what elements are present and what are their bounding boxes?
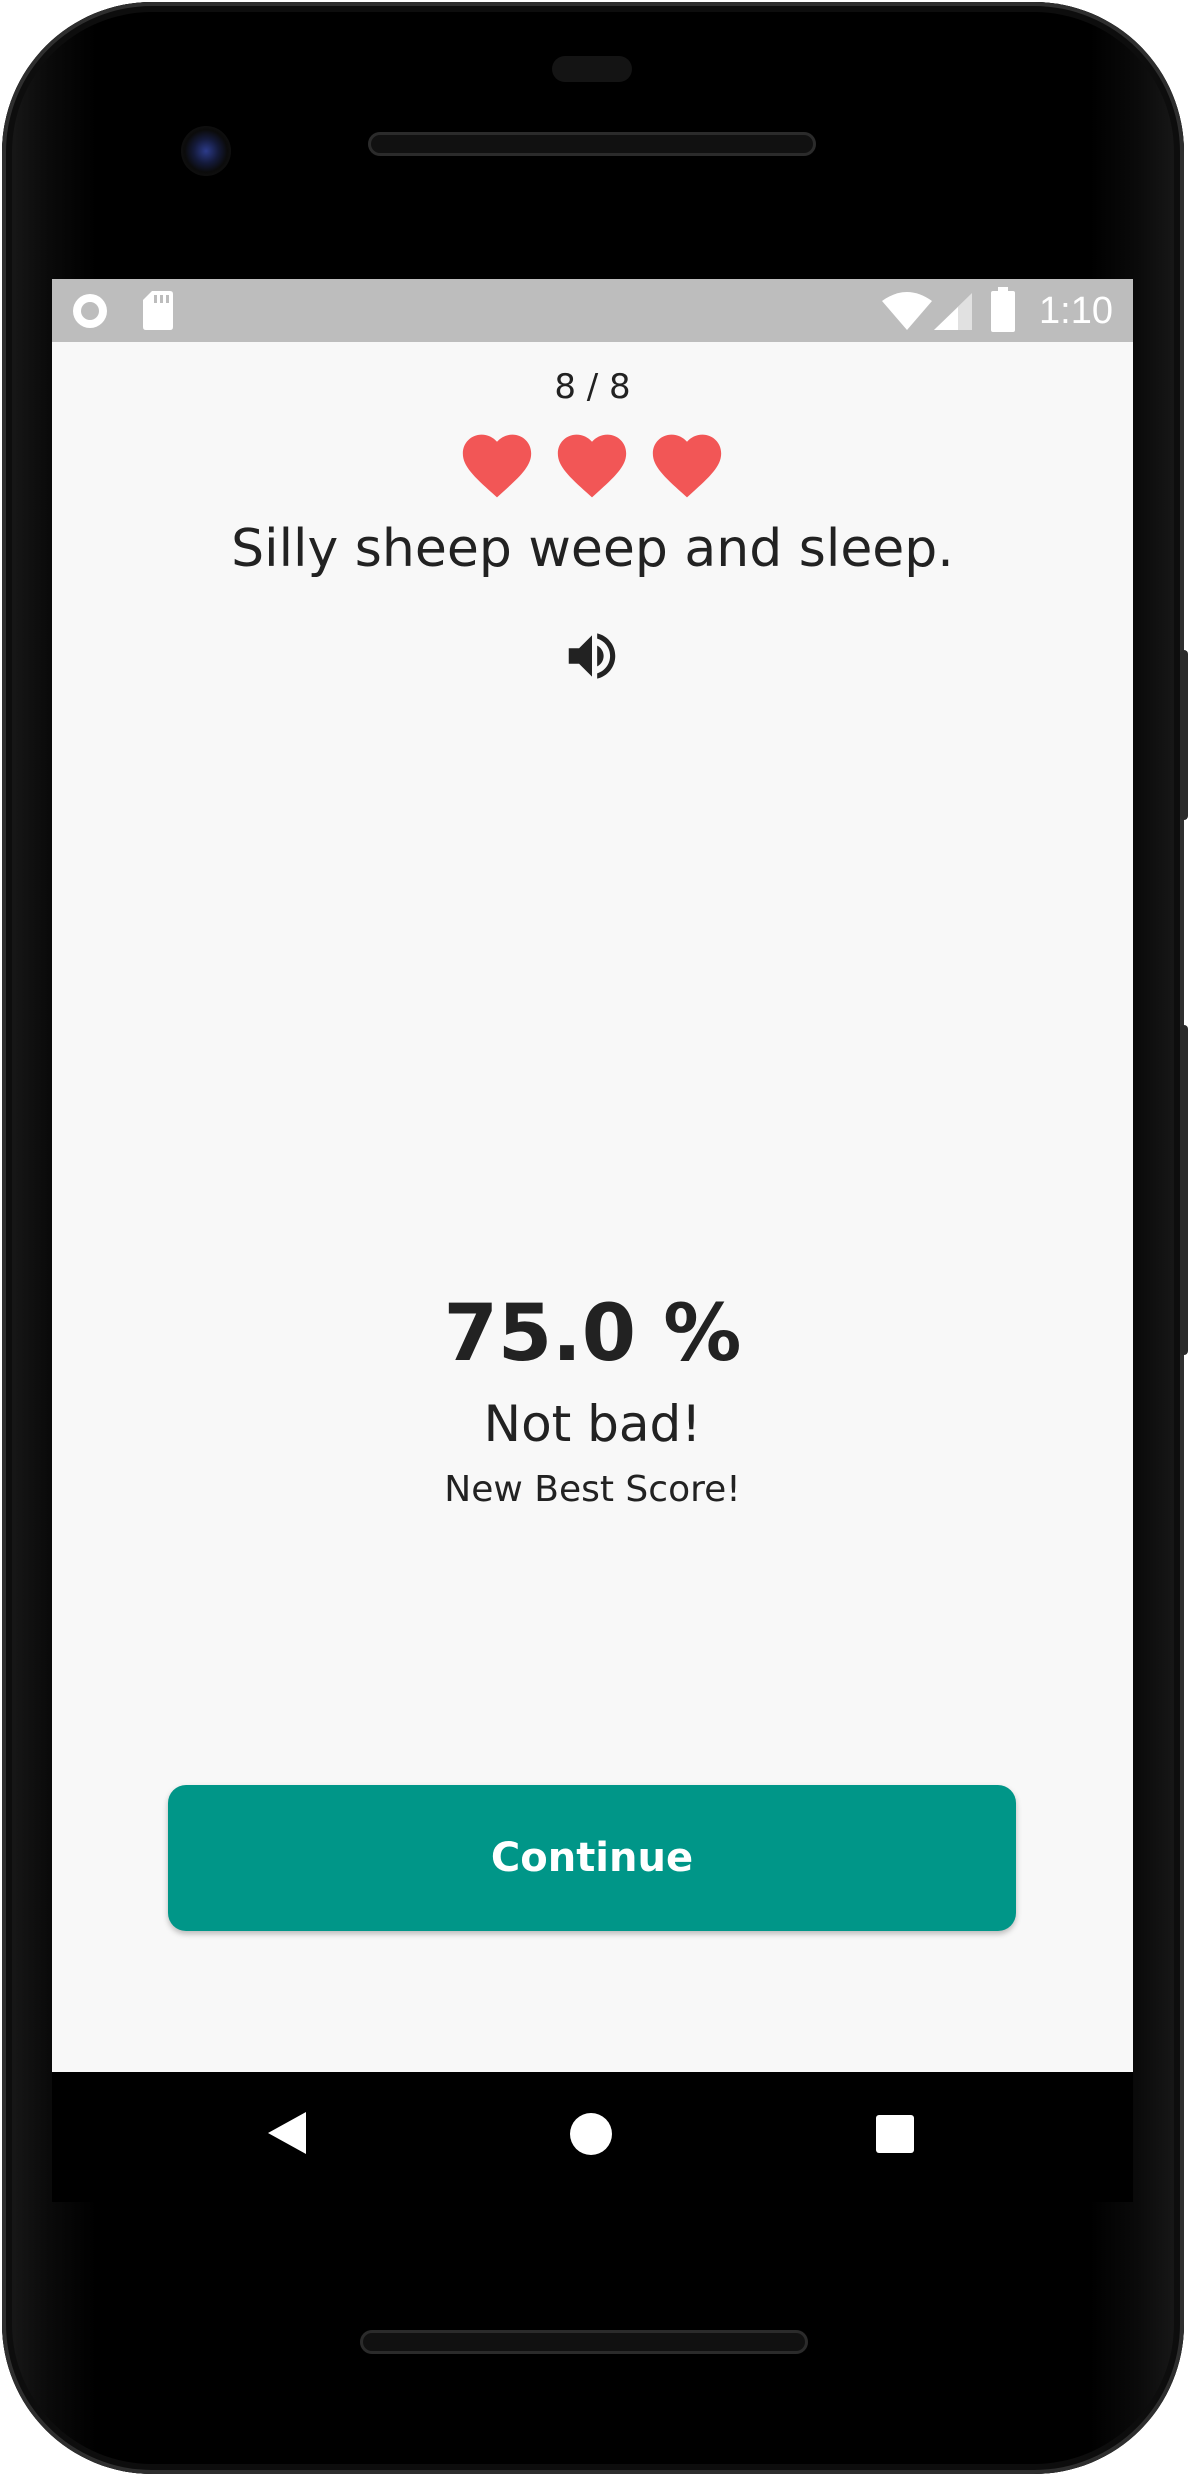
score-percentage: 75.0 % (443, 1289, 742, 1379)
best-score-note: New Best Score! (444, 1469, 741, 1510)
practice-sentence: Silly sheep weep and sleep. (231, 519, 954, 579)
proximity-sensor (552, 56, 632, 82)
volume-button (1180, 1025, 1188, 1355)
heart-icon (557, 434, 627, 498)
front-camera (181, 126, 231, 176)
app-screen: 1:10 8 / 8 Silly sheep weep and sleep. 7… (52, 279, 1133, 2072)
battery-icon (990, 287, 1016, 337)
back-icon[interactable] (266, 2110, 308, 2160)
continue-button[interactable]: Continue (168, 1785, 1016, 1931)
sd-card-icon (142, 289, 174, 335)
signal-icon (932, 291, 974, 335)
phone-frame: 1:10 8 / 8 Silly sheep weep and sleep. 7… (0, 0, 1194, 2480)
earpiece-speaker (368, 132, 816, 156)
volume-up-icon[interactable] (561, 625, 623, 687)
home-icon[interactable] (569, 2112, 613, 2160)
bottom-speaker (360, 2330, 808, 2354)
score-verdict: Not bad! (483, 1395, 702, 1453)
wifi-icon (881, 291, 933, 335)
heart-icon (462, 434, 532, 498)
recents-icon[interactable] (875, 2114, 915, 2158)
lives-hearts (456, 424, 736, 504)
navigation-bar (52, 2072, 1133, 2202)
question-counter: 8 / 8 (554, 367, 631, 407)
heart-icon (652, 434, 722, 498)
status-time: 1:10 (1039, 290, 1113, 332)
status-bar: 1:10 (52, 279, 1133, 342)
circle-icon (70, 291, 110, 335)
power-button (1180, 650, 1188, 820)
